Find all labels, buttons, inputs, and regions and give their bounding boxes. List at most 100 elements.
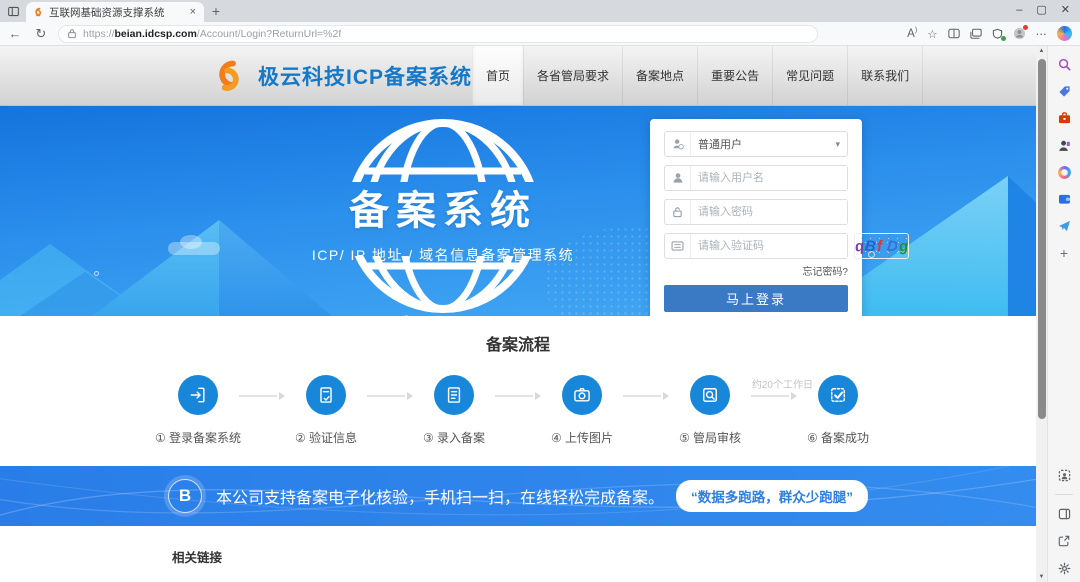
captcha-input[interactable] [691,234,847,258]
shopping-tag-icon[interactable] [1056,83,1072,99]
browser-window: 互联网基础资源支撑系统 × + – ▢ ✕ ← ↻ https://beian.… [0,0,1080,582]
password-input[interactable] [691,200,847,224]
more-menu-icon[interactable]: ⋯ [1036,27,1048,41]
scroll-up-icon[interactable]: ▲ [1036,48,1047,54]
add-sidebar-item-icon[interactable]: + [1056,245,1072,261]
chevron-down-icon: ▾ [835,139,840,150]
nav-item-contact[interactable]: 联系我们 [847,46,923,105]
nav-item-provincial-requirements[interactable]: 各省管局要求 [523,46,622,105]
favorite-star-icon[interactable]: ☆ [927,27,937,41]
banner-text: 本公司支持备案电子化核验，手机扫一扫，在线轻松完成备案。 [216,484,664,508]
user-type-icon [665,132,691,156]
new-tab-button[interactable]: + [204,0,228,22]
minimize-button[interactable]: – [1016,5,1022,16]
related-links-title: 相关链接 [172,547,880,566]
copilot-icon[interactable] [1057,26,1072,41]
step-entry: ③ 录入备案 [413,375,495,446]
wallet-icon[interactable] [1056,191,1072,207]
forgot-password-link[interactable]: 忘记密码? [664,263,848,278]
profile-avatar-icon[interactable] [1013,27,1026,40]
main-nav: 首页 各省管局要求 备案地点 重要公告 常见问题 联系我们 [472,46,923,105]
password-field[interactable] [664,199,848,225]
captcha-image[interactable]: q B f D g [854,233,909,259]
browser-tab[interactable]: 互联网基础资源支撑系统 × [26,2,204,22]
hero-text: 备案系统 ICP/ IP 地址 / 域名信息备案管理系统 [278,178,608,265]
nav-item-faq[interactable]: 常见问题 [772,46,847,105]
cloud-logo-icon [208,56,248,96]
login-icon [188,385,208,405]
entry-form-icon [444,385,464,405]
promo-banner: B 本公司支持备案电子化核验，手机扫一扫，在线轻松完成备案。 “数据多跑路，群众… [0,466,1036,526]
back-icon[interactable]: ← [6,26,24,41]
scrollbar-thumb[interactable] [1038,59,1046,419]
step-verify: ② 验证信息 [285,375,367,446]
contacts-icon[interactable] [1056,137,1072,153]
edge-sidebar: + [1047,46,1080,582]
url-text: https://beian.idcsp.com/Account/Login?Re… [83,28,341,40]
success-check-icon [828,385,848,405]
browser-toolbar: ← ↻ https://beian.idcsp.com/Account/Logi… [0,22,1080,46]
page-content: 极云科技ICP备案系统 首页 各省管局要求 备案地点 重要公告 常见问题 联系我… [0,46,1036,582]
step-upload: ④ 上传图片 [541,375,623,446]
maximize-button[interactable]: ▢ [1036,5,1046,16]
page-scrollbar[interactable]: ▲ ▼ [1036,46,1047,582]
browser-essentials-icon[interactable] [992,28,1003,39]
lock-icon [665,200,691,224]
user-type-select[interactable]: 普通用户 ▾ [664,131,848,157]
verify-info-icon [316,385,336,405]
designer-icon[interactable] [1056,164,1072,180]
nav-item-announcements[interactable]: 重要公告 [697,46,772,105]
browser-tab-bar: 互联网基础资源支撑系统 × + – ▢ ✕ [0,0,1080,22]
nav-item-home[interactable]: 首页 [472,46,523,105]
username-input[interactable] [691,166,847,190]
step-arrow-final: 约20个工作日 [751,392,797,400]
sidebar-panel-icon[interactable] [1056,506,1072,522]
captcha-field[interactable] [664,233,848,259]
user-type-value: 普通用户 [691,136,835,152]
collections-icon[interactable] [970,28,982,39]
refresh-icon[interactable]: ↻ [32,26,50,42]
tab-title: 互联网基础资源支撑系统 [49,5,183,20]
open-external-icon[interactable] [1056,533,1072,549]
split-screen-icon[interactable] [948,28,960,39]
camera-icon [572,385,592,405]
site-logo[interactable]: 极云科技ICP备案系统 [208,56,472,96]
search-icon[interactable] [1056,56,1072,72]
step-login: ① 登录备案系统 [157,375,239,446]
settings-gear-icon[interactable] [1056,560,1072,576]
login-button[interactable]: 马上登录 [664,285,848,312]
read-aloud-icon[interactable]: A) [907,27,917,40]
hero-subtitle: ICP/ IP 地址 / 域名信息备案管理系统 [278,245,608,265]
duration-note: 约20个工作日 [752,376,813,391]
microsoft-365-icon[interactable] [1056,110,1072,126]
username-field[interactable] [664,165,848,191]
brand-title: 极云科技ICP备案系统 [258,61,472,91]
nav-item-filing-location[interactable]: 备案地点 [622,46,697,105]
address-bar[interactable]: https://beian.idcsp.com/Account/Login?Re… [58,25,818,43]
login-panel: 普通用户 ▾ [650,119,862,316]
step-review: ⑤ 管局审核 [669,375,751,446]
close-button[interactable]: ✕ [1061,5,1070,16]
hero-banner: 备案系统 ICP/ IP 地址 / 域名信息备案管理系统 普通用户 ▾ [0,106,1036,316]
window-controls: – ▢ ✕ [1016,0,1076,20]
tab-actions-menu-icon[interactable] [0,0,26,22]
review-icon [700,385,720,405]
site-favicon-icon [32,6,44,18]
step-arrow [367,392,413,400]
process-title: 备案流程 [0,331,1036,355]
filing-badge-icon: B [168,479,202,513]
cloud-decoration [168,242,220,255]
toolbar-right-icons: A) ☆ ⋯ [907,26,1074,41]
screenshot-tool-icon[interactable] [1056,467,1072,483]
tab-close-icon[interactable]: × [188,6,198,18]
related-links-section: 相关链接 中华人民共和国工业和信息化部 吉林省通信管理局 江西省通信管理局 海南… [0,526,1036,582]
process-steps: ① 登录备案系统 ② 验证信息 ③ 录入备案 [153,375,883,446]
filing-process-section: 备案流程 ① 登录备案系统 ② 验证信息 ③ 录入备案 [0,316,1036,466]
lock-icon [67,28,77,39]
drop-paper-plane-icon[interactable] [1056,218,1072,234]
user-icon [665,166,691,190]
hero-title: 备案系统 [278,178,608,236]
step-arrow [239,392,285,400]
step-arrow [495,392,541,400]
scroll-down-icon[interactable]: ▼ [1036,574,1047,580]
